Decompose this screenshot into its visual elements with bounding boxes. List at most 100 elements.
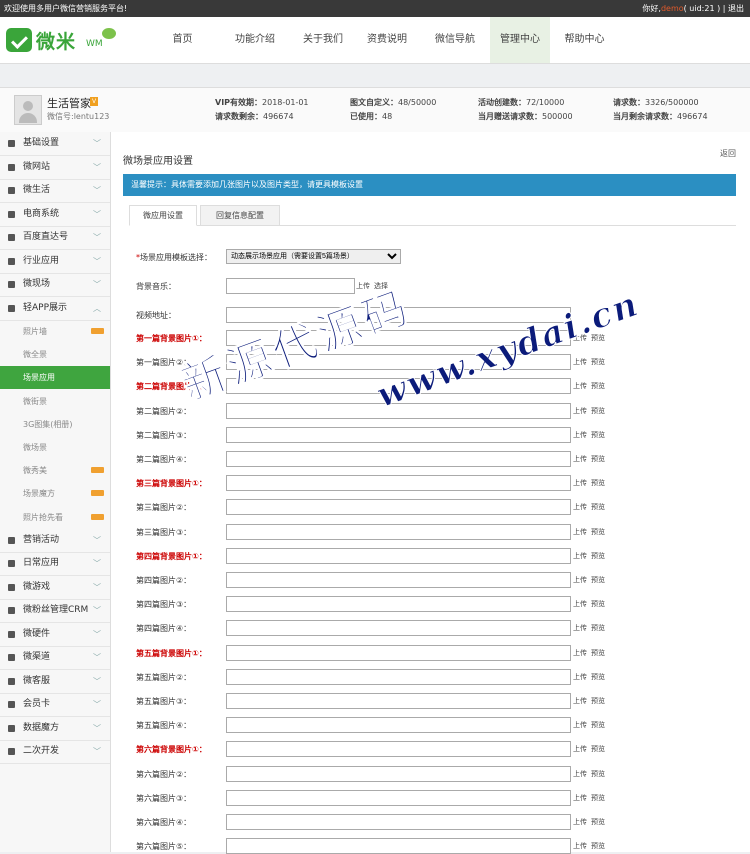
sidebar-menu-item[interactable]: 营销活动 ﹀ — [0, 529, 110, 553]
nav-item[interactable]: 微信导航 — [425, 17, 485, 63]
upload-button[interactable]: 上传 — [573, 672, 587, 682]
sidebar-menu-item[interactable]: 微渠道 ﹀ — [0, 646, 110, 671]
preview-button[interactable]: 预览 — [591, 648, 605, 658]
upload-button[interactable]: 上传 — [573, 357, 587, 367]
sidebar-subitem[interactable]: 微场景 — [0, 436, 110, 459]
sidebar-menu-item[interactable]: 会员卡 ﹀ — [0, 693, 110, 718]
image-url-input[interactable] — [226, 765, 571, 782]
sidebar-menu-item[interactable]: 微粉丝管理CRM ﹀ — [0, 599, 110, 624]
image-url-input[interactable] — [226, 644, 571, 661]
image-url-input[interactable] — [226, 499, 571, 516]
sidebar-subitem[interactable]: 微街景 — [0, 390, 110, 413]
sidebar-subitem[interactable]: 照片墙 — [0, 320, 110, 343]
image-url-input[interactable] — [226, 668, 571, 685]
logo[interactable]: 微米 WM — [6, 26, 121, 54]
sidebar-menu-item[interactable]: 日常应用 ﹀ — [0, 552, 110, 577]
image-url-input[interactable] — [226, 572, 571, 588]
preview-button[interactable]: 预览 — [591, 793, 605, 803]
sidebar-subitem[interactable]: 微秀美 — [0, 459, 110, 482]
nav-item[interactable]: 功能介绍 — [225, 17, 285, 63]
image-url-input[interactable] — [226, 693, 571, 709]
sidebar-subitem[interactable]: 场景应用 — [0, 366, 110, 390]
template-select[interactable]: 动态展示场景应用（需要设置5篇场景） — [226, 249, 401, 264]
upload-button[interactable]: 上传 — [573, 648, 587, 658]
image-url-input[interactable] — [226, 620, 571, 637]
preview-button[interactable]: 预览 — [591, 357, 605, 367]
image-url-input[interactable] — [226, 814, 571, 830]
upload-button[interactable]: 上传 — [573, 478, 587, 488]
sidebar-subitem[interactable]: 场景魔方 — [0, 482, 110, 505]
nav-item[interactable]: 管理中心 — [490, 17, 550, 63]
upload-button[interactable]: 上传 — [573, 406, 587, 416]
sidebar-menu-item[interactable]: 微游戏 ﹀ — [0, 576, 110, 600]
upload-button[interactable]: 上传 — [573, 430, 587, 440]
sidebar-menu-item[interactable]: 行业应用 ﹀ — [0, 250, 110, 274]
image-url-input[interactable] — [226, 523, 571, 540]
nav-item[interactable]: 帮助中心 — [557, 17, 612, 63]
back-link[interactable]: 返回 — [720, 148, 736, 159]
preview-button[interactable]: 预览 — [591, 769, 605, 779]
upload-button[interactable]: 上传 — [573, 696, 587, 706]
sidebar-menu-item[interactable]: 轻APP展示 ︿ — [0, 297, 110, 321]
image-url-input[interactable] — [226, 475, 571, 492]
preview-button[interactable]: 预览 — [591, 623, 605, 633]
music-input[interactable] — [226, 278, 355, 294]
sidebar-subitem[interactable]: 照片抢先看 — [0, 506, 110, 529]
upload-button[interactable]: 上传 — [573, 744, 587, 754]
upload-button[interactable]: 上传 — [573, 769, 587, 779]
sidebar-menu-item[interactable]: 微客服 ﹀ — [0, 670, 110, 694]
upload-button[interactable]: 上传 — [573, 502, 587, 512]
upload-button[interactable]: 上传 — [573, 720, 587, 730]
image-url-input[interactable] — [226, 596, 571, 613]
username-link[interactable]: demo — [661, 4, 684, 13]
upload-button[interactable]: 上传 — [573, 575, 587, 585]
preview-button[interactable]: 预览 — [591, 841, 605, 851]
nav-item[interactable]: 关于我们 — [293, 17, 353, 63]
nav-item[interactable]: 首页 — [160, 17, 205, 63]
sidebar-menu-item[interactable]: 微硬件 ﹀ — [0, 623, 110, 647]
logout-link[interactable]: 退出 — [728, 4, 744, 13]
image-url-input[interactable] — [226, 789, 571, 806]
preview-button[interactable]: 预览 — [591, 430, 605, 440]
preview-button[interactable]: 预览 — [591, 381, 605, 391]
sidebar-menu-item[interactable]: 二次开发 ﹀ — [0, 740, 110, 765]
preview-button[interactable]: 预览 — [591, 817, 605, 827]
upload-button[interactable]: 上传 — [573, 454, 587, 464]
preview-button[interactable]: 预览 — [591, 406, 605, 416]
upload-button[interactable]: 上传 — [573, 527, 587, 537]
sidebar-menu-item[interactable]: 微生活 ﹀ — [0, 179, 110, 203]
sidebar-menu-item[interactable]: 基础设置 ﹀ — [0, 132, 110, 156]
tab-app-settings[interactable]: 微应用设置 — [129, 205, 197, 226]
image-url-input[interactable] — [226, 741, 571, 758]
preview-button[interactable]: 预览 — [591, 599, 605, 609]
upload-button[interactable]: 上传 — [573, 817, 587, 827]
image-url-input[interactable] — [226, 547, 571, 564]
image-url-input[interactable] — [226, 451, 571, 467]
tab-reply-config[interactable]: 回复信息配置 — [200, 205, 280, 226]
upload-button[interactable]: 上传 — [573, 841, 587, 851]
sidebar-menu-item[interactable]: 微现场 ﹀ — [0, 273, 110, 297]
sidebar-menu-item[interactable]: 数据魔方 ﹀ — [0, 717, 110, 741]
preview-button[interactable]: 预览 — [591, 478, 605, 488]
sidebar-menu-item[interactable]: 电商系统 ﹀ — [0, 203, 110, 227]
image-url-input[interactable] — [226, 426, 571, 443]
image-url-input[interactable] — [226, 717, 571, 734]
preview-button[interactable]: 预览 — [591, 527, 605, 537]
upload-button[interactable]: 上传 — [573, 551, 587, 561]
preview-button[interactable]: 预览 — [591, 551, 605, 561]
preview-button[interactable]: 预览 — [591, 502, 605, 512]
upload-button[interactable]: 上传 — [573, 599, 587, 609]
sidebar-menu-item[interactable]: 微网站 ﹀ — [0, 156, 110, 180]
sidebar-subitem[interactable]: 3G图集(相册) — [0, 413, 110, 436]
sidebar-menu-item[interactable]: 百度直达号 ﹀ — [0, 226, 110, 250]
preview-button[interactable]: 预览 — [591, 696, 605, 706]
preview-button[interactable]: 预览 — [591, 672, 605, 682]
upload-button[interactable]: 上传 — [573, 623, 587, 633]
upload-button[interactable]: 上传 — [573, 793, 587, 803]
preview-button[interactable]: 预览 — [591, 744, 605, 754]
nav-item[interactable]: 资费说明 — [357, 17, 417, 63]
preview-button[interactable]: 预览 — [591, 575, 605, 585]
sidebar-subitem[interactable]: 微全景 — [0, 343, 110, 366]
preview-button[interactable]: 预览 — [591, 454, 605, 464]
preview-button[interactable]: 预览 — [591, 720, 605, 730]
